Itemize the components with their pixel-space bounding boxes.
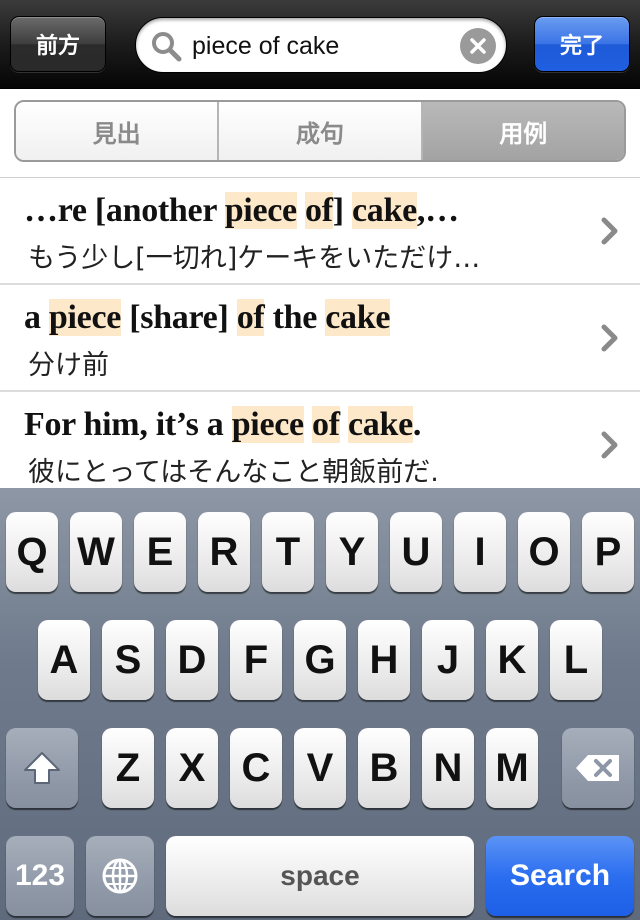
highlighted-term: of bbox=[305, 192, 333, 229]
result-row[interactable]: For him, it’s a piece of cake. 彼にとってはそんな… bbox=[0, 392, 640, 488]
segment-phrase[interactable]: 成句 bbox=[217, 102, 421, 160]
key-v[interactable]: V bbox=[294, 728, 346, 808]
key-y[interactable]: Y bbox=[326, 512, 378, 592]
result-row[interactable]: a piece [share] of the cake 分け前 bbox=[0, 285, 640, 392]
result-translation: 彼にとってはそんなこと朝飯前だ. bbox=[28, 457, 439, 488]
result-title: a piece [share] of the cake bbox=[24, 299, 584, 337]
key-g[interactable]: G bbox=[294, 620, 346, 700]
keyboard: Q W E R T Y U I O P A S D F G H J K L Z … bbox=[0, 488, 640, 920]
highlighted-term: piece bbox=[231, 406, 304, 443]
key-w[interactable]: W bbox=[70, 512, 122, 592]
title-text: a bbox=[24, 299, 49, 336]
highlighted-term: cake bbox=[347, 406, 413, 443]
chevron-right-icon bbox=[601, 431, 618, 459]
key-n[interactable]: N bbox=[422, 728, 474, 808]
results-list: …re [another piece of] cake,… もう少し[一切れ]ケ… bbox=[0, 178, 640, 488]
title-text bbox=[297, 192, 305, 229]
highlighted-term: piece bbox=[224, 192, 297, 229]
key-b[interactable]: B bbox=[358, 728, 410, 808]
clear-button[interactable] bbox=[460, 28, 496, 64]
globe-icon bbox=[102, 858, 138, 894]
title-text: ,… bbox=[416, 192, 459, 229]
search-field[interactable] bbox=[135, 17, 507, 74]
numbers-key[interactable]: 123 bbox=[6, 836, 74, 916]
title-text: …re [another bbox=[24, 192, 225, 229]
search-key[interactable]: Search bbox=[486, 836, 634, 916]
title-text: For him, it’s a bbox=[24, 406, 232, 443]
key-k[interactable]: K bbox=[486, 620, 538, 700]
highlighted-term: of bbox=[312, 406, 340, 443]
title-text: ] bbox=[332, 192, 353, 229]
key-i[interactable]: I bbox=[454, 512, 506, 592]
key-e[interactable]: E bbox=[134, 512, 186, 592]
shift-icon bbox=[24, 752, 60, 784]
highlighted-term: piece bbox=[48, 299, 122, 336]
chevron-right-icon bbox=[601, 324, 618, 352]
key-l[interactable]: L bbox=[550, 620, 602, 700]
key-f[interactable]: F bbox=[230, 620, 282, 700]
result-title: For him, it’s a piece of cake. bbox=[24, 406, 584, 444]
shift-key[interactable] bbox=[6, 728, 78, 808]
key-x[interactable]: X bbox=[166, 728, 218, 808]
search-icon bbox=[152, 32, 182, 62]
key-t[interactable]: T bbox=[262, 512, 314, 592]
key-d[interactable]: D bbox=[166, 620, 218, 700]
space-key[interactable]: space bbox=[166, 836, 474, 916]
title-text bbox=[340, 406, 348, 443]
key-o[interactable]: O bbox=[518, 512, 570, 592]
search-input[interactable] bbox=[192, 18, 442, 74]
title-text: [share] bbox=[121, 299, 237, 336]
key-h[interactable]: H bbox=[358, 620, 410, 700]
segment-headword[interactable]: 見出 bbox=[16, 102, 218, 160]
done-button[interactable]: 完了 bbox=[534, 16, 630, 72]
key-c[interactable]: C bbox=[230, 728, 282, 808]
title-text: the bbox=[264, 299, 326, 336]
key-u[interactable]: U bbox=[390, 512, 442, 592]
clear-icon bbox=[470, 38, 486, 54]
key-m[interactable]: M bbox=[486, 728, 538, 808]
globe-key[interactable] bbox=[86, 836, 154, 916]
title-text bbox=[304, 406, 312, 443]
navigation-bar: 前方 完了 bbox=[0, 0, 640, 89]
segment-example[interactable]: 用例 bbox=[420, 102, 624, 160]
highlighted-term: cake bbox=[352, 192, 417, 229]
key-r[interactable]: R bbox=[198, 512, 250, 592]
key-p[interactable]: P bbox=[582, 512, 634, 592]
result-row[interactable]: …re [another piece of] cake,… もう少し[一切れ]ケ… bbox=[0, 178, 640, 285]
chevron-right-icon bbox=[601, 217, 618, 245]
highlighted-term: cake bbox=[325, 299, 391, 336]
result-title: …re [another piece of] cake,… bbox=[24, 192, 584, 230]
key-j[interactable]: J bbox=[422, 620, 474, 700]
key-q[interactable]: Q bbox=[6, 512, 58, 592]
key-z[interactable]: Z bbox=[102, 728, 154, 808]
segmented-control: 見出 成句 用例 bbox=[14, 100, 626, 162]
highlighted-term: of bbox=[236, 299, 265, 336]
key-a[interactable]: A bbox=[38, 620, 90, 700]
backspace-key[interactable] bbox=[562, 728, 634, 808]
back-button[interactable]: 前方 bbox=[10, 16, 106, 72]
backspace-icon bbox=[576, 755, 619, 781]
result-translation: もう少し[一切れ]ケーキをいただけ… bbox=[28, 243, 481, 274]
title-text: . bbox=[412, 406, 422, 443]
key-s[interactable]: S bbox=[102, 620, 154, 700]
result-translation: 分け前 bbox=[28, 350, 109, 381]
segment-area: 見出 成句 用例 bbox=[0, 89, 640, 178]
